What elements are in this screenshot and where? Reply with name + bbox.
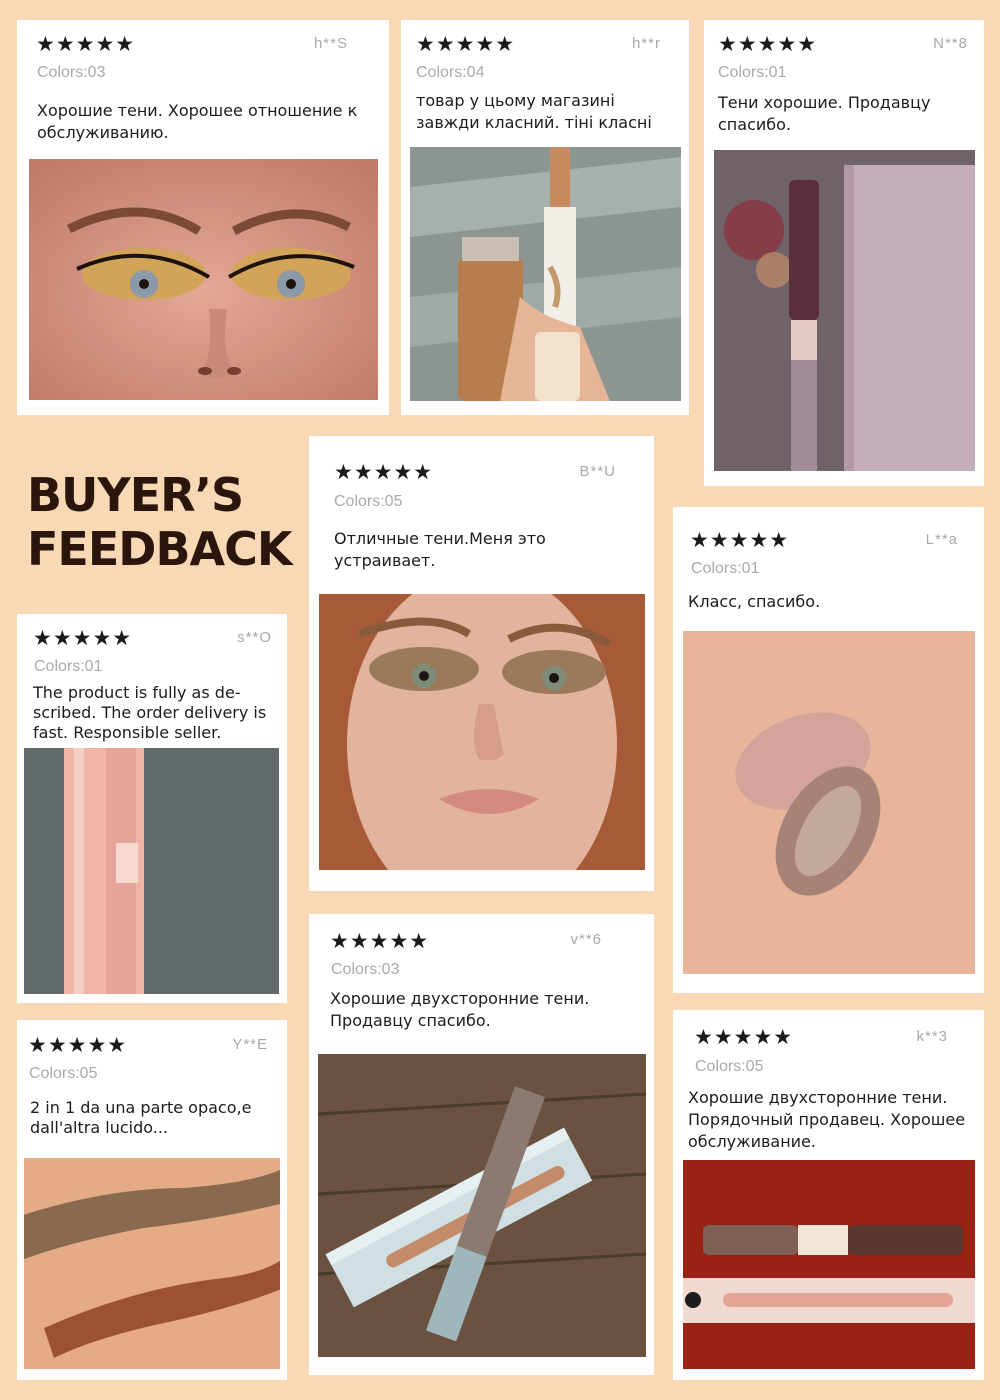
headline-line-1: BUYER’S <box>27 468 244 522</box>
reviewer-name: B**U <box>579 463 616 480</box>
review-card-7: ★★★★★ v**6 Colors:03 Хорошие двухсторонн… <box>309 914 654 1375</box>
color-variant: Colors:05 <box>695 1058 764 1075</box>
reviewer-name: h**S <box>313 35 348 52</box>
color-variant: Colors:01 <box>691 560 760 577</box>
color-variant: Colors:05 <box>334 493 403 510</box>
review-text: Хорошие тени. Хорошее отношение к обслуж… <box>37 101 358 142</box>
applicator-photo <box>410 147 681 401</box>
swatch-arm-photo <box>24 1158 280 1369</box>
reviewer-name: s**O <box>237 629 272 646</box>
star-rating: ★★★★★ <box>28 1033 128 1057</box>
review-text: Хорошие двухсторонние тени. Порядочный п… <box>688 1088 966 1151</box>
color-variant: Colors:01 <box>718 64 787 81</box>
reviewer-name: v**6 <box>570 931 602 948</box>
color-variant: Colors:03 <box>331 961 400 978</box>
review-text: The product is fully as de- scribed. The… <box>33 683 267 742</box>
color-variant: Colors:03 <box>37 64 106 81</box>
headline-line-2: FEEDBACK <box>27 522 293 576</box>
review-card-5: ★★★★★ L**a Colors:01 Класс, спасибо. <box>673 507 984 993</box>
product-box-photo <box>714 150 975 471</box>
review-card-6: ★★★★★ s**O Colors:01 The product is full… <box>17 614 287 1003</box>
review-card-4: ★★★★★ B**U Colors:05 Отличные тени.Меня … <box>309 436 654 891</box>
reviewer-name: k**3 <box>916 1028 948 1045</box>
pink-box-photo <box>24 748 279 994</box>
star-rating: ★★★★★ <box>36 32 136 56</box>
color-variant: Colors:01 <box>34 658 103 675</box>
review-text: 2 in 1 da una parte opaco,e dall'altra l… <box>30 1098 252 1137</box>
reviewer-name: L**a <box>925 531 958 548</box>
face-photo <box>319 594 645 870</box>
review-card-2: ★★★★★ h**r Colors:04 товар у цьому магаз… <box>401 20 689 415</box>
star-rating: ★★★★★ <box>690 528 790 552</box>
star-rating: ★★★★★ <box>330 929 430 953</box>
star-rating: ★★★★★ <box>416 32 516 56</box>
box-on-wood-photo <box>318 1054 646 1357</box>
color-variant: Colors:04 <box>416 64 485 81</box>
skin-swatch-photo <box>683 631 975 974</box>
star-rating: ★★★★★ <box>718 32 818 56</box>
star-rating: ★★★★★ <box>334 460 434 484</box>
review-card-3: ★★★★★ N**8 Colors:01 Тени хорошие. Прода… <box>704 20 984 486</box>
reviewer-name: h**r <box>631 35 661 52</box>
star-rating: ★★★★★ <box>33 626 133 650</box>
review-text: Хорошие двухсторонние тени. Продавцу спа… <box>330 989 590 1030</box>
reviewer-name: N**8 <box>933 35 968 52</box>
review-text: Отличные тени.Меня это устраивает. <box>334 529 546 570</box>
color-variant: Colors:05 <box>29 1065 98 1082</box>
reviewer-name: Y**E <box>232 1036 268 1053</box>
review-card-8: ★★★★★ Y**E Colors:05 2 in 1 da una parte… <box>17 1020 287 1380</box>
review-text: Тени хорошие. Продавцу спасибо. <box>718 93 931 134</box>
review-text: Класс, спасибо. <box>688 592 821 611</box>
tube-box-photo <box>683 1160 975 1369</box>
review-card-9: ★★★★★ k**3 Colors:05 Хорошие двухсторонн… <box>673 1010 984 1380</box>
page-title: BUYER’S FEEDBACK <box>27 468 293 576</box>
review-card-1: ★★★★★ h**S Colors:03 Хорошие тени. Хорош… <box>17 20 389 415</box>
eye-makeup-photo <box>29 159 378 400</box>
review-text: товар у цьому магазині завжди класний. т… <box>416 91 652 132</box>
star-rating: ★★★★★ <box>694 1025 794 1049</box>
